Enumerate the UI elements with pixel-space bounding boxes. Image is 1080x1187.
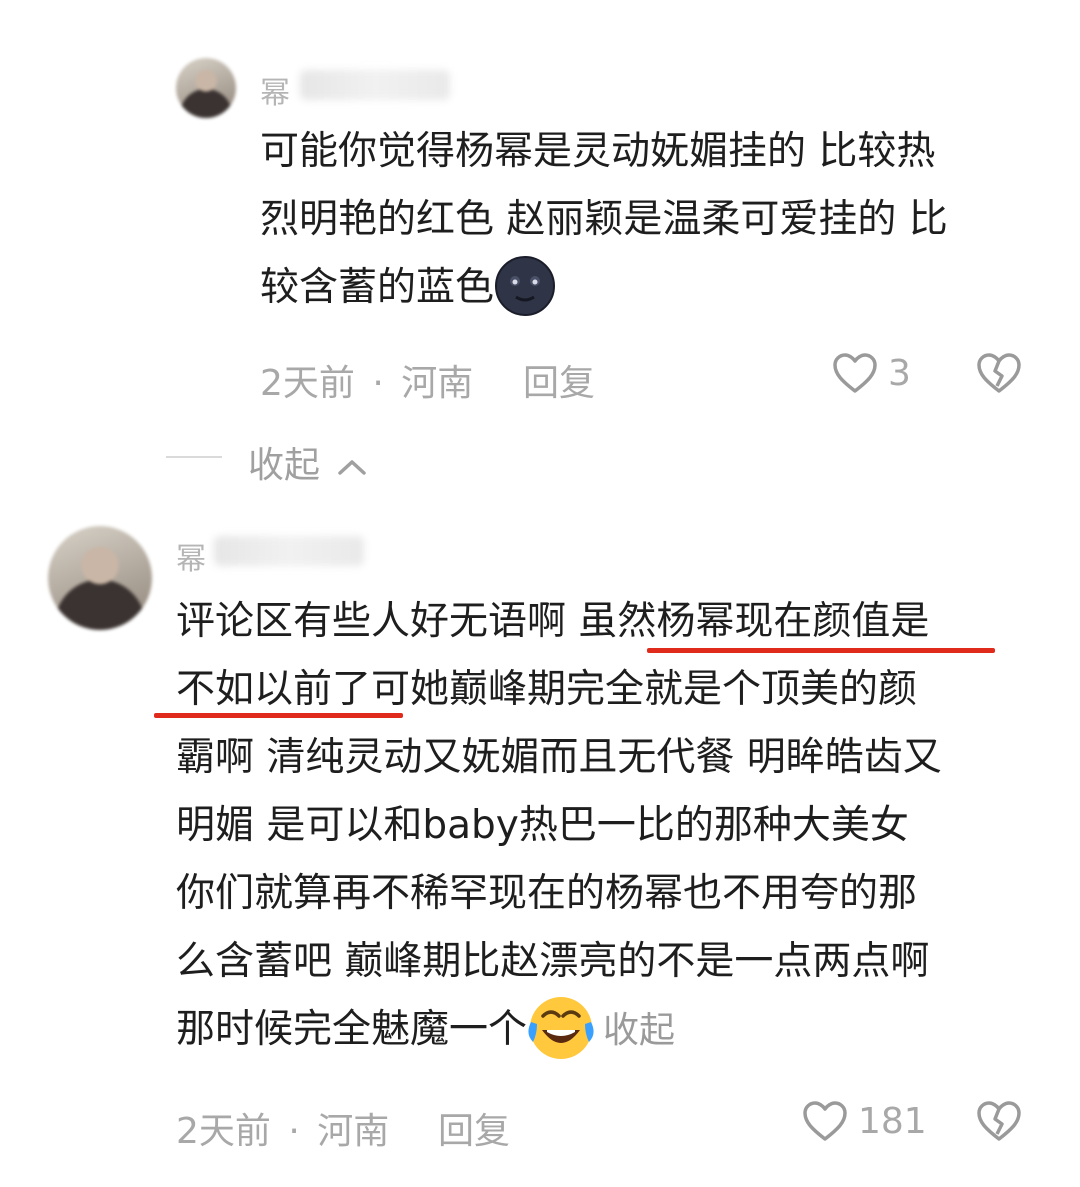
reply-button[interactable]: 回复 xyxy=(523,354,595,406)
comment-line: 明媚 是可以和baby热巴一比的那种大美女 xyxy=(176,803,909,848)
heart-icon xyxy=(833,353,877,393)
like-button[interactable]: 3 xyxy=(832,352,911,394)
comment-time: 2天前 xyxy=(176,1111,271,1152)
comment-line: 评论区有些人好无语啊 虽然杨幂现在颜值是 xyxy=(176,599,930,644)
new-moon-face-emoji xyxy=(495,255,556,316)
username-blurred xyxy=(214,536,364,566)
avatar[interactable] xyxy=(176,58,236,118)
dislike-broken-heart-icon[interactable] xyxy=(976,1100,1022,1142)
username[interactable]: 幂 xyxy=(176,534,207,578)
collapse-divider xyxy=(166,456,222,458)
username-blurred xyxy=(300,70,450,100)
collapse-text-button[interactable]: 收起 xyxy=(603,1010,675,1051)
dislike-broken-heart-icon[interactable] xyxy=(976,352,1022,394)
avatar[interactable] xyxy=(48,526,152,630)
like-button[interactable]: 181 xyxy=(802,1100,927,1142)
collapse-label: 收起 xyxy=(248,445,321,486)
comment-text: 可能你觉得杨幂是灵动妩媚挂的 比较热 烈明艳的红色 赵丽颖是温柔可爱挂的 比 较… xyxy=(260,118,948,322)
comment-line: 较含蓄的蓝色 xyxy=(260,254,948,322)
comment-line: 那时候完全魅魔一个 收起 xyxy=(176,996,942,1064)
meta-dot: · xyxy=(372,363,384,404)
comment-line: 烈明艳的红色 赵丽颖是温柔可爱挂的 比 xyxy=(260,197,948,242)
reply-button[interactable]: 回复 xyxy=(438,1102,510,1154)
highlight-underline xyxy=(154,713,403,718)
username[interactable]: 幂 xyxy=(260,68,291,112)
comment-location: 河南 xyxy=(317,1111,390,1152)
heart-icon xyxy=(803,1101,847,1141)
comment-line: 可能你觉得杨幂是灵动妩媚挂的 比较热 xyxy=(260,129,936,174)
chevron-up-icon xyxy=(338,460,367,475)
comment-location: 河南 xyxy=(401,363,474,404)
comment-meta: 2天前 · 河南 xyxy=(260,354,473,406)
rolling-laughing-emoji xyxy=(528,996,594,1059)
meta-dot: · xyxy=(288,1111,300,1152)
collapse-replies-button[interactable]: 收起 xyxy=(248,436,367,488)
comment-text: 评论区有些人好无语啊 虽然杨幂现在颜值是 不如以前了可她巅峰期完全就是个顶美的颜… xyxy=(176,588,942,1064)
like-count: 181 xyxy=(858,1100,927,1142)
highlight-underline xyxy=(647,648,995,653)
comment-time: 2天前 xyxy=(260,363,355,404)
comment-line: 霸啊 清纯灵动又妩媚而且无代餐 明眸皓齿又 xyxy=(176,735,942,780)
comment-line: 么含蓄吧 巅峰期比赵漂亮的不是一点两点啊 xyxy=(176,939,930,984)
comment-line: 你们就算再不稀罕现在的杨幂也不用夸的那 xyxy=(176,871,918,916)
like-count: 3 xyxy=(888,352,911,394)
comment-meta: 2天前 · 河南 xyxy=(176,1102,389,1154)
